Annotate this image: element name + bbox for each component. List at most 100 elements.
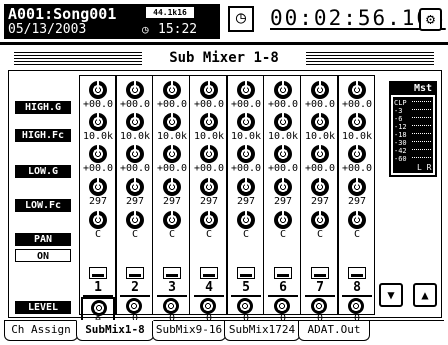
channel-number: 8 — [353, 280, 361, 295]
pan-knob[interactable]: C — [80, 210, 116, 243]
knob-icon — [89, 178, 107, 196]
low-freq-knob[interactable]: 297 — [265, 177, 301, 210]
knob-icon — [274, 113, 292, 131]
meter-segment — [412, 108, 431, 110]
low-freq-knob[interactable]: 297 — [339, 177, 375, 210]
low-freq-value: 297 — [273, 196, 293, 207]
channel-on-button[interactable] — [311, 267, 329, 279]
channel-strip-8: +00.0 10.0k +00.0 297 C 8 0 — [339, 76, 375, 324]
scroll-up-button[interactable]: ▲ — [413, 283, 437, 307]
tab-submix9-16[interactable]: SubMix9-16 — [152, 321, 226, 341]
knob-icon — [237, 178, 255, 196]
high-freq-knob[interactable]: 10.0k — [228, 112, 264, 145]
high-freq-knob[interactable]: 10.0k — [191, 112, 227, 145]
arrow-down-icon: ▼ — [387, 288, 395, 302]
scroll-down-button[interactable]: ▼ — [379, 283, 403, 307]
meter-scale-mark: -18 — [394, 131, 407, 139]
gear-icon[interactable]: ⚙ — [419, 8, 442, 31]
high-freq-knob[interactable]: 10.0k — [302, 112, 338, 145]
low-gain-knob[interactable]: +00.0 — [117, 144, 153, 177]
channel-on-button[interactable] — [163, 267, 181, 279]
low-freq-knob[interactable]: 297 — [191, 177, 227, 210]
channel-on-button[interactable] — [89, 267, 107, 279]
knob-icon — [348, 298, 364, 314]
channel-on-button[interactable] — [237, 267, 255, 279]
high-freq-value: 10.0k — [156, 131, 188, 142]
pan-knob[interactable]: C — [265, 210, 301, 243]
clock-icon[interactable]: ◷ — [228, 6, 254, 32]
pan-knob[interactable]: C — [339, 210, 375, 243]
pan-value: C — [131, 229, 139, 240]
channel-number: 1 — [94, 280, 102, 295]
low-gain-knob[interactable]: +00.0 — [265, 144, 301, 177]
knob-icon — [89, 81, 107, 99]
meter-scale-mark: -30 — [394, 139, 407, 147]
tab-adat-out[interactable]: ADAT.Out — [298, 321, 370, 341]
tab-ch-assign[interactable]: Ch Assign — [4, 321, 78, 341]
channel-on-button[interactable] — [126, 267, 144, 279]
row-label-high-gain: HIGH.G — [15, 101, 71, 114]
pan-value: C — [316, 229, 324, 240]
knob-icon — [348, 81, 366, 99]
meter-scale-mark: -60 — [394, 155, 407, 163]
knob-icon — [200, 81, 218, 99]
pan-knob[interactable]: C — [228, 210, 264, 243]
high-gain-knob[interactable]: +00.0 — [302, 80, 338, 113]
tab-submix1724[interactable]: SubMix1724 — [224, 321, 300, 341]
knob-icon — [89, 145, 107, 163]
high-freq-knob[interactable]: 10.0k — [80, 112, 116, 145]
pan-value: C — [168, 229, 176, 240]
pan-knob[interactable]: C — [302, 210, 338, 243]
low-freq-knob[interactable]: 297 — [154, 177, 190, 210]
channel-on-button[interactable] — [274, 267, 292, 279]
low-freq-knob[interactable]: 297 — [302, 177, 338, 210]
low-gain-knob[interactable]: +00.0 — [154, 144, 190, 177]
high-gain-knob[interactable]: +00.0 — [154, 80, 190, 113]
low-gain-knob[interactable]: +00.0 — [302, 144, 338, 177]
knob-icon — [200, 298, 216, 314]
low-freq-knob[interactable]: 297 — [228, 177, 264, 210]
knob-icon — [237, 113, 255, 131]
low-gain-knob[interactable]: +00.0 — [191, 144, 227, 177]
channel-number-underline — [194, 295, 224, 297]
high-freq-knob[interactable]: 10.0k — [117, 112, 153, 145]
high-freq-knob[interactable]: 10.0k — [265, 112, 301, 145]
knob-icon — [348, 113, 366, 131]
knob-icon — [163, 113, 181, 131]
high-gain-knob[interactable]: +00.0 — [339, 80, 375, 113]
knob-icon — [126, 113, 144, 131]
channel-number-underline — [231, 295, 261, 297]
channel-on-button[interactable] — [348, 267, 366, 279]
channel-strips: +00.010.0k+00.0297C10+00.010.0k+00.0297C… — [79, 75, 375, 331]
high-gain-value: +00.0 — [82, 99, 114, 110]
high-freq-knob[interactable]: 10.0k — [339, 112, 375, 145]
low-freq-knob[interactable]: 297 — [80, 177, 116, 210]
high-gain-value: +00.0 — [156, 99, 188, 110]
high-gain-knob[interactable]: +00.0 — [228, 80, 264, 113]
high-gain-knob[interactable]: +00.0 — [117, 80, 153, 113]
channel-number: 4 — [205, 280, 213, 295]
pan-knob[interactable]: C — [117, 210, 153, 243]
knob-icon — [200, 211, 218, 229]
knob-icon — [126, 145, 144, 163]
low-gain-knob[interactable]: +00.0 — [228, 144, 264, 177]
meter-scale-mark: -12 — [394, 123, 407, 131]
high-gain-knob[interactable]: +00.0 — [265, 80, 301, 113]
channel-strip-5: +00.0 10.0k +00.0 297 C 5 0 — [228, 76, 264, 324]
knob-icon — [237, 81, 255, 99]
knob-icon — [348, 178, 366, 196]
pan-knob[interactable]: C — [154, 210, 190, 243]
high-freq-value: 10.0k — [193, 131, 225, 142]
pan-knob[interactable]: C — [191, 210, 227, 243]
low-freq-knob[interactable]: 297 — [117, 177, 153, 210]
low-gain-knob[interactable]: +00.0 — [80, 144, 116, 177]
channel-on-button[interactable] — [200, 267, 218, 279]
row-label-pan: PAN — [15, 233, 71, 246]
song-name[interactable]: A001:Song001 — [8, 5, 116, 23]
high-gain-knob[interactable]: +00.0 — [191, 80, 227, 113]
channel-number-underline — [342, 295, 372, 297]
high-gain-knob[interactable]: +00.0 — [80, 80, 116, 113]
high-freq-knob[interactable]: 10.0k — [154, 112, 190, 145]
tab-submix1-8[interactable]: SubMix1-8 — [76, 320, 154, 341]
low-gain-knob[interactable]: +00.0 — [339, 144, 375, 177]
